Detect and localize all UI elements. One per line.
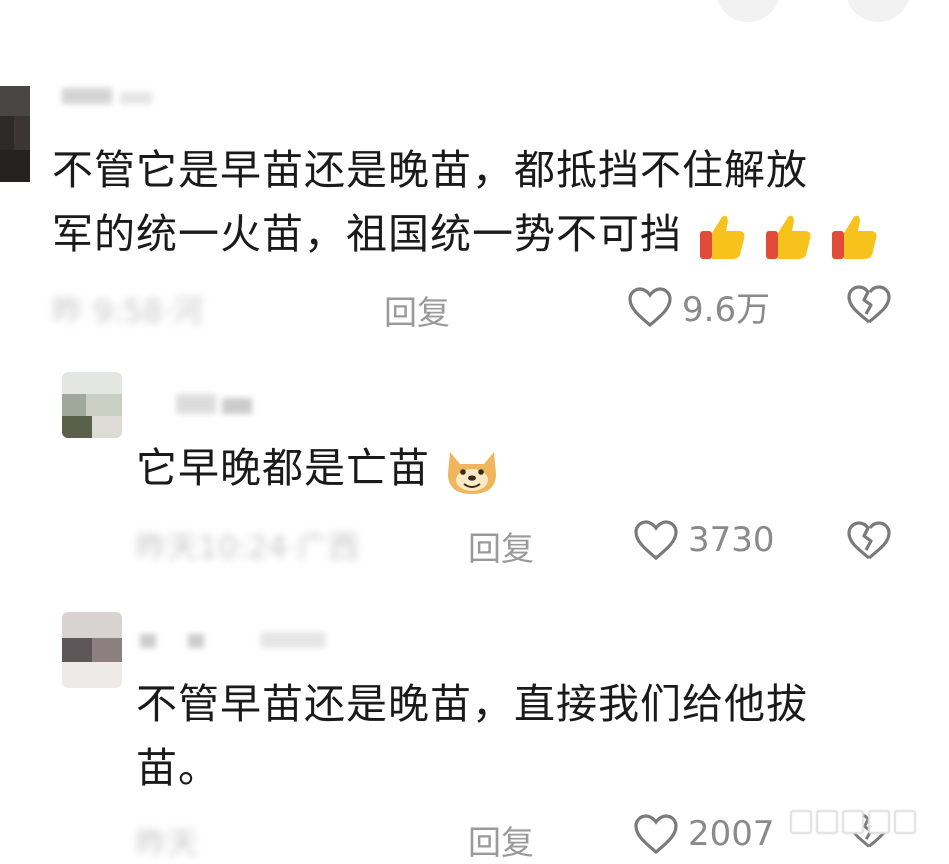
comment-meta: 昨天10:24·广西 (136, 530, 360, 566)
username[interactable] (62, 88, 152, 106)
comment-text: 不管它是早苗还是晚苗，都抵挡不住解放 军的统一火苗，祖国统一势不可挡 (52, 138, 932, 266)
avatar[interactable] (62, 372, 122, 438)
like-count: 2007 (688, 814, 775, 854)
like-button[interactable]: 2007 (632, 812, 775, 856)
reply-button[interactable]: 回复 (468, 816, 534, 864)
like-button[interactable]: 3730 (632, 518, 775, 562)
doge-face-icon (448, 452, 497, 494)
broken-heart-icon[interactable] (846, 284, 892, 326)
watermark-logo (790, 806, 930, 834)
broken-heart-icon[interactable] (846, 520, 892, 562)
thumbs-up-icon (700, 215, 745, 259)
comment-text: 不管早苗还是晚苗，直接我们给他拔 苗。 (136, 672, 926, 800)
like-count: 3730 (688, 520, 775, 560)
like-button[interactable]: 9.6万 (626, 282, 770, 331)
comment-meta: 昨 9:58·河 (52, 294, 204, 330)
heart-icon (634, 520, 678, 561)
comment-text-line: 军的统一火苗，祖国统一势不可挡 (52, 202, 932, 266)
comment-text-line: 不管它是早苗还是晚苗，都抵挡不住解放 (52, 146, 808, 194)
comment-text-line: 苗。 (136, 744, 220, 792)
like-count: 9.6万 (682, 290, 771, 330)
thumbs-up-icon (766, 215, 811, 259)
comment-text: 它早晚都是亡苗 (136, 436, 500, 500)
avatar[interactable] (62, 612, 122, 688)
top-close-button[interactable] (846, 0, 910, 22)
username[interactable] (140, 630, 330, 650)
heart-icon (634, 814, 678, 855)
comment-meta: 昨天 (136, 826, 198, 862)
reply-button[interactable]: 回复 (384, 286, 450, 334)
thumbs-up-icon (832, 215, 877, 259)
reply-button[interactable]: 回复 (468, 522, 534, 570)
top-action-button[interactable] (716, 0, 780, 22)
avatar[interactable] (0, 86, 30, 182)
heart-icon (628, 286, 672, 327)
username[interactable] (176, 394, 256, 416)
comment-text-line: 不管早苗还是晚苗，直接我们给他拔 (136, 680, 808, 728)
